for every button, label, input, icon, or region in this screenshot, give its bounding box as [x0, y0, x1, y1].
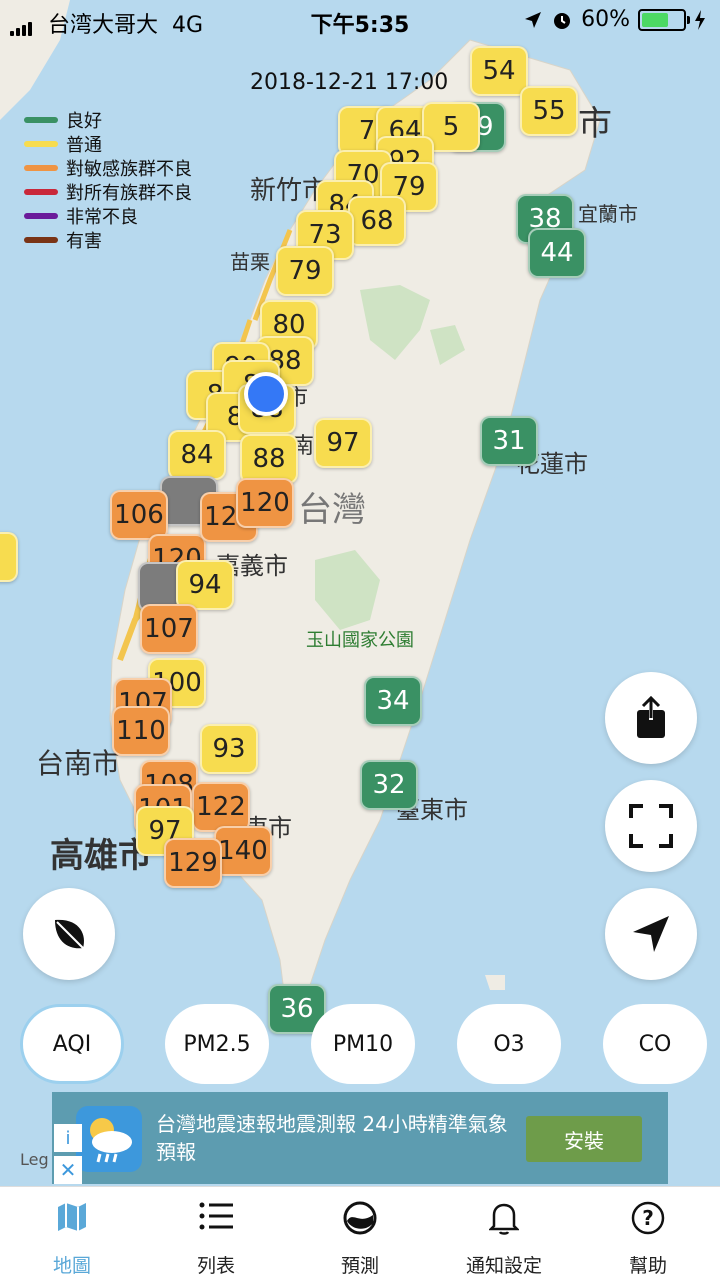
ad-info-icon[interactable]: i — [54, 1124, 82, 1152]
chip-pm25[interactable]: PM2.5 — [165, 1004, 269, 1084]
tab-notifications[interactable]: 通知設定 — [432, 1187, 576, 1281]
city-label: 台南市 — [36, 747, 121, 780]
location-arrow-icon — [633, 916, 669, 952]
forecast-icon — [343, 1201, 377, 1235]
list-icon — [199, 1202, 233, 1230]
share-button[interactable] — [605, 672, 697, 764]
city-label: 玉山國家公園 — [306, 630, 414, 651]
chip-co[interactable]: CO — [603, 1004, 707, 1084]
aqi-marker[interactable]: 79 — [276, 246, 334, 296]
charging-icon — [695, 9, 705, 30]
chip-aqi[interactable]: AQI — [20, 1004, 124, 1084]
aqi-marker[interactable]: 122 — [192, 782, 250, 832]
fullscreen-icon — [629, 804, 673, 848]
svg-text:?: ? — [642, 1206, 654, 1230]
tab-label: 幫助 — [628, 1255, 667, 1277]
tab-forecast[interactable]: 預測 — [288, 1187, 432, 1281]
aqi-marker[interactable]: 68 — [348, 196, 406, 246]
legend-item: 非常不良 — [24, 204, 192, 228]
legend-label: 良好 — [66, 111, 102, 132]
legal-link[interactable]: Leg — [20, 1150, 49, 1169]
leaf-icon — [55, 919, 86, 951]
share-icon — [637, 696, 665, 738]
battery-percent: 60% — [581, 7, 630, 32]
aqi-marker[interactable]: 54 — [470, 46, 528, 96]
tab-icon-wrap — [432, 1201, 576, 1237]
legend-label: 對敏感族群不良 — [66, 159, 192, 180]
ad-install-button[interactable]: 安裝 — [526, 1116, 642, 1162]
legend-label: 普通 — [66, 135, 102, 156]
legend-label: 非常不良 — [66, 207, 138, 228]
aqi-marker[interactable]: 107 — [140, 604, 198, 654]
weather-cloud-icon — [90, 1118, 132, 1163]
aqi-marker[interactable]: 93 — [200, 724, 258, 774]
legend-swatch — [24, 141, 58, 147]
legend-swatch — [24, 165, 58, 171]
status-bar: 台湾大哥大 4G 下午5:35 60% — [0, 0, 720, 40]
map-icon — [58, 1203, 86, 1231]
aqi-marker[interactable]: 34 — [364, 676, 422, 726]
aqi-marker[interactable]: 94 — [176, 560, 234, 610]
aqi-marker[interactable]: 106 — [110, 490, 168, 540]
alarm-icon — [554, 12, 571, 29]
tab-label: 通知設定 — [465, 1255, 542, 1277]
tab-map[interactable]: 地圖 — [0, 1187, 144, 1281]
leaf-button[interactable] — [23, 888, 115, 980]
legend-swatch — [24, 213, 58, 219]
help-icon: ? — [631, 1201, 665, 1235]
chip-o3[interactable]: O3 — [457, 1004, 561, 1084]
ad-banner[interactable]: 台灣地震速報地震測報 24小時精準氣象預報 安裝 i ✕ — [52, 1092, 668, 1184]
ad-close-icon[interactable]: ✕ — [54, 1156, 82, 1184]
legend-item: 良好 — [24, 108, 192, 132]
status-right: 60% — [523, 7, 706, 32]
ad-text: 台灣地震速報地震測報 24小時精準氣象預報 — [156, 1112, 508, 1164]
tab-icon-wrap — [0, 1201, 144, 1237]
aqi-marker[interactable]: 97 — [314, 418, 372, 468]
aqi-marker[interactable]: 31 — [480, 416, 538, 466]
legend-item: 對所有族群不良 — [24, 180, 192, 204]
bell-icon — [489, 1203, 519, 1235]
aqi-marker[interactable] — [0, 532, 18, 582]
location-services-icon — [525, 11, 542, 28]
ad-app-icon — [76, 1106, 142, 1172]
aqi-marker[interactable]: 32 — [360, 760, 418, 810]
aqi-marker[interactable]: 110 — [112, 706, 170, 756]
aqi-marker[interactable]: 55 — [520, 86, 578, 136]
aqi-marker[interactable]: 84 — [168, 430, 226, 480]
tab-label: 地圖 — [52, 1255, 91, 1277]
locate-button[interactable] — [605, 888, 697, 980]
city-label: 市 — [578, 104, 612, 144]
fullscreen-button[interactable] — [605, 780, 697, 872]
tab-list[interactable]: 列表 — [144, 1187, 288, 1281]
legend-swatch — [24, 189, 58, 195]
current-location-dot — [244, 372, 288, 416]
battery-icon — [638, 8, 690, 31]
tab-label: 列表 — [196, 1255, 235, 1277]
aqi-legend: 良好 普通 對敏感族群不良 對所有族群不良 非常不良 有害 — [24, 108, 192, 252]
pollutant-selector: AQI PM2.5 PM10 O3 CO — [0, 1004, 720, 1084]
data-timestamp: 2018-12-21 17:00 — [250, 70, 449, 95]
legend-swatch — [24, 237, 58, 243]
city-label: 台灣 — [298, 490, 366, 530]
tab-label: 預測 — [340, 1255, 379, 1277]
aqi-marker[interactable]: 129 — [164, 838, 222, 888]
tab-icon-wrap — [288, 1201, 432, 1237]
aqi-marker[interactable]: 140 — [214, 826, 272, 876]
tab-icon-wrap: ? — [576, 1201, 720, 1237]
tab-help[interactable]: ? 幫助 — [576, 1187, 720, 1281]
city-label: 苗栗 — [230, 250, 270, 274]
tab-icon-wrap — [144, 1201, 288, 1237]
tab-bar: 地圖 列表 預測 通知設定 ? 幫助 — [0, 1186, 720, 1281]
legend-label: 對所有族群不良 — [66, 183, 192, 204]
chip-pm10[interactable]: PM10 — [311, 1004, 415, 1084]
legend-swatch — [24, 117, 58, 123]
city-label: 宜蘭市 — [578, 202, 638, 226]
aqi-marker[interactable]: 44 — [528, 228, 586, 278]
legend-item: 普通 — [24, 132, 192, 156]
aqi-marker[interactable]: 88 — [240, 434, 298, 484]
aqi-marker[interactable]: 120 — [236, 478, 294, 528]
legend-item: 有害 — [24, 228, 192, 252]
legend-item: 對敏感族群不良 — [24, 156, 192, 180]
legend-label: 有害 — [66, 231, 102, 252]
